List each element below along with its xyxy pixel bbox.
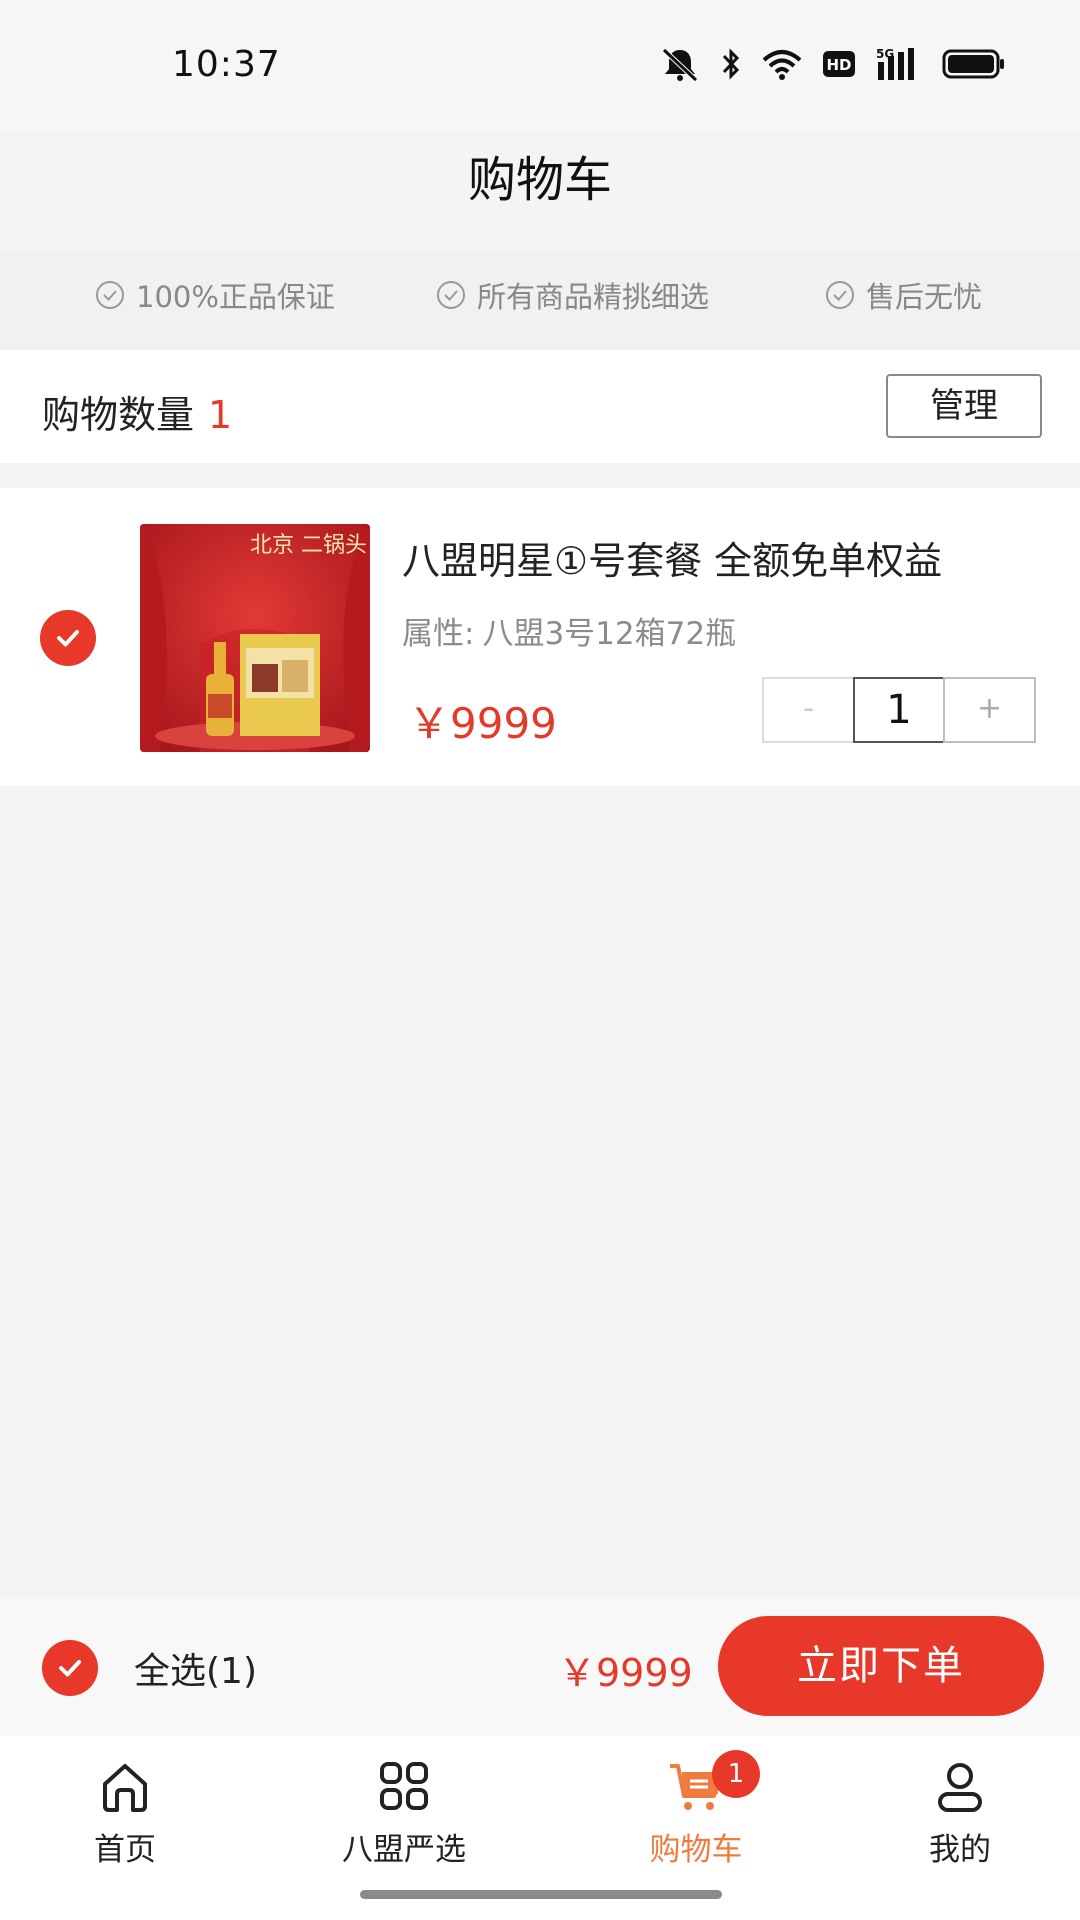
product-attribute-key: 属性: — [402, 616, 475, 652]
status-icons: HD 5G — [658, 44, 1006, 84]
user-icon — [938, 1763, 982, 1812]
select-all-label[interactable]: 全选(1) — [134, 1642, 257, 1694]
guarantee-item: 所有商品精挑细选 — [435, 274, 709, 316]
total-price: ￥9999 — [558, 1651, 693, 1695]
guarantee-item: 售后无忧 — [824, 274, 982, 316]
cart-item: 北京 二锅头 八盟明星①号套餐 全额免单权益 属性: 八盟3号12箱72瓶 ￥99… — [0, 488, 1080, 786]
guarantee-bar: 100%正品保证 所有商品精挑细选 售后无忧 — [0, 250, 1080, 350]
svg-text:HD: HD — [826, 56, 851, 74]
check-circle-outline-icon — [826, 281, 854, 309]
guarantee-label: 所有商品精挑细选 — [477, 280, 710, 314]
mute-bell-icon — [662, 48, 698, 82]
battery-icon — [942, 49, 1004, 79]
cart-badge: 1 — [712, 1750, 760, 1798]
status-bar: 10:37 HD 5G — [0, 0, 1080, 130]
cart-count-label: 购物数量 — [42, 393, 195, 437]
hd-icon: HD — [823, 51, 855, 77]
wifi-icon — [762, 50, 802, 80]
tab-label: 首页 — [94, 1832, 156, 1868]
product-image-art: 北京 二锅头 — [140, 524, 370, 752]
product-image[interactable]: 北京 二锅头 — [140, 524, 370, 752]
tab-label: 购物车 — [649, 1832, 743, 1868]
product-image-text: 北京 二锅头 — [250, 533, 367, 558]
quantity-stepper: - 1 + — [762, 677, 1036, 743]
5g-signal-icon: 5G — [876, 47, 914, 80]
quantity-input[interactable]: 1 — [853, 677, 945, 743]
product-attribute: 属性: 八盟3号12箱72瓶 — [402, 608, 736, 653]
tab-cart[interactable]: 1 购物车 — [596, 1750, 796, 1876]
page-title: 购物车 — [467, 152, 612, 208]
tab-label: 八盟严选 — [342, 1832, 466, 1868]
checkmark-icon — [59, 1660, 81, 1677]
product-title[interactable]: 八盟明星①号套餐 全额免单权益 — [402, 530, 942, 585]
manage-button[interactable]: 管理 — [886, 374, 1042, 438]
quantity-decrement-button[interactable]: - — [762, 677, 855, 743]
tab-selection[interactable]: 八盟严选 — [304, 1756, 504, 1876]
status-time: 10:37 — [172, 44, 281, 85]
cart-count-bar: 购物数量 1 管理 — [0, 350, 1080, 463]
tab-profile[interactable]: 我的 — [860, 1756, 1060, 1876]
checkout-bar: 全选(1) ￥9999 立即下单 — [0, 1598, 1080, 1736]
guarantee-item: 100%正品保证 — [94, 274, 335, 316]
product-price: ￥9999 — [408, 699, 557, 748]
product-attribute-value: 八盟3号12箱72瓶 — [482, 616, 737, 652]
cart-count-value: 1 — [208, 393, 233, 437]
guarantee-label: 100%正品保证 — [136, 280, 335, 314]
tab-label: 我的 — [929, 1832, 991, 1868]
grid-icon — [380, 1762, 428, 1810]
cart-count: 购物数量 1 — [42, 384, 232, 439]
item-select-checkbox[interactable] — [40, 610, 96, 666]
quantity-increment-button[interactable]: + — [943, 677, 1036, 743]
checkmark-icon — [57, 630, 79, 647]
check-circle-outline-icon — [96, 281, 124, 309]
guarantee-label: 售后无忧 — [866, 280, 983, 314]
bluetooth-icon — [722, 48, 740, 80]
place-order-button[interactable]: 立即下单 — [718, 1616, 1044, 1716]
tab-home[interactable]: 首页 — [25, 1756, 225, 1876]
home-indicator[interactable] — [360, 1890, 722, 1899]
home-icon — [103, 1764, 147, 1812]
select-all-checkbox[interactable] — [42, 1640, 98, 1696]
check-circle-outline-icon — [437, 281, 465, 309]
